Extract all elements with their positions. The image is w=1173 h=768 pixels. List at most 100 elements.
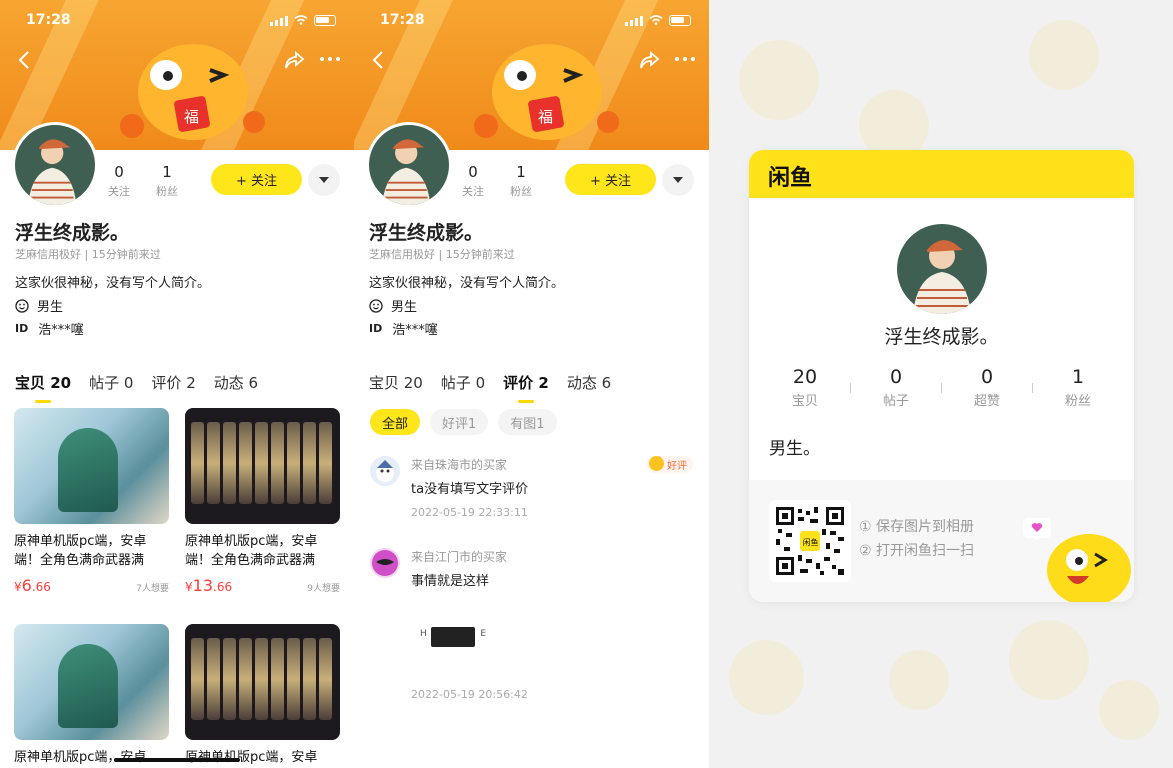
card-gender: 男生。 [769,439,820,459]
review-date: 2022-05-19 20:56:42 [411,688,528,701]
qr-logo-text: 闲鱼 [803,537,819,547]
tab-moments[interactable]: 动态 6 [214,372,258,399]
reviewer-avatar [370,456,400,486]
follow-count[interactable]: 0 关注 [462,163,484,199]
dropdown-button[interactable] [662,164,694,196]
xianyu-logo: 闲鱼 [768,166,813,191]
wifi-icon [294,15,308,25]
share-card-screen: 闲鱼 浮生终成影。 20 宝贝 0 帖子 0 超赞 1 粉丝 男生。 闲鱼 ① … [709,0,1173,768]
face-icon [369,298,383,313]
id-row: ID 浩***噻 [15,319,84,338]
want-count: 7人想要 [136,584,169,594]
home-indicator [114,758,240,762]
credit-info: 芝麻信用极好 | 15分钟前来过 [369,248,515,261]
hint-save: ① 保存图片到相册 [859,519,975,535]
avatar [897,224,987,314]
stat-likes: 0 超赞 [973,366,1000,409]
divider [1032,382,1033,393]
fish-mascot-illustration [1023,518,1131,602]
tab-reviews[interactable]: 评价 2 [503,372,549,403]
share-icon[interactable] [282,48,306,72]
fans-count[interactable]: 1 粉丝 [156,163,178,199]
username: 浮生终成影。 [369,222,484,244]
face-icon [15,298,29,313]
tab-items[interactable]: 宝贝 20 [369,372,423,399]
tab-reviews[interactable]: 评价 2 [151,372,195,399]
card-header: 闲鱼 [749,150,1134,198]
product-card[interactable]: 原神单机版pc端，安卓端！全角色满命武器满 ¥13.66 9人想要 [185,408,340,595]
back-arrow-icon[interactable] [368,48,392,72]
signal-icon [625,14,643,26]
review-text: ta没有填写文字评价 [411,482,529,497]
reviewer-location: 来自江门市的买家 [411,550,508,564]
product-card[interactable]: 原神单机版pc端，安卓 [185,624,340,768]
clock: 17:28 [380,12,425,28]
dropdown-button[interactable] [308,164,340,196]
profile-tabs: 宝贝 20 帖子 0 评价 2 动态 6 [15,372,258,403]
filter-with-image[interactable]: 有图1 [498,409,557,435]
tab-moments[interactable]: 动态 6 [567,372,611,399]
product-image [14,408,169,524]
tab-posts[interactable]: 帖子 0 [441,372,485,399]
review-image[interactable]: H E [418,602,488,672]
product-card[interactable]: 原神单机版pc端，安卓端！全角色满命武器满 ¥6.66 7人想要 [14,408,169,595]
bio: 这家伙很神秘，没有写个人简介。 [15,276,211,291]
id-row: ID 浩***噻 [369,319,438,338]
share-icon[interactable] [637,48,661,72]
gender-row: 男生 [15,296,63,315]
card-username: 浮生终成影。 [884,326,999,348]
filter-positive[interactable]: 好评1 [430,409,489,435]
profile-reviews-screen: 福 17:28 0 关注 1 粉丝 + 关注 浮生终成影。 芝麻信用极好 | 15分… [354,0,709,768]
signal-icon [270,14,288,26]
tab-posts[interactable]: 帖子 0 [89,372,133,399]
credit-info: 芝麻信用极好 | 15分钟前来过 [15,248,161,261]
status-bar: 17:28 [380,12,691,32]
divider [850,382,851,393]
wifi-icon [649,15,663,25]
svg-text:福: 福 [538,108,553,126]
more-icon[interactable] [318,54,342,64]
product-price: ¥6.66 [14,576,51,595]
review-filter-bar: 全部 好评1 有图1 [370,409,557,435]
card-footer: 闲鱼 ① 保存图片到相册 ② 打开闲鱼扫一扫 [749,480,1134,602]
stat-posts: 0 帖子 [882,366,909,409]
divider [941,382,942,393]
product-title: 原神单机版pc端，安卓端！全角色满命武器满 [185,534,318,568]
review-date: 2022-05-19 22:33:11 [411,506,528,519]
id-label: ID [15,322,29,335]
reviewer-location: 来自珠海市的买家 [411,458,508,472]
smile-icon [649,456,664,471]
id-value: 浩***噻 [392,323,438,338]
product-card[interactable]: 原神单机版pc端，安卓 [14,624,169,768]
bio: 这家伙很神秘，没有写个人简介。 [369,276,565,291]
id-label: ID [369,322,383,335]
avatar[interactable] [366,122,452,208]
fans-count[interactable]: 1 粉丝 [510,163,532,199]
caret-down-icon [319,177,329,183]
more-icon[interactable] [673,54,697,64]
username: 浮生终成影。 [15,222,130,244]
gender-row: 男生 [369,296,417,315]
battery-icon [314,14,336,26]
review-item: 来自珠海市的买家 ta没有填写文字评价 2022-05-19 22:33:11 … [370,456,693,526]
avatar[interactable] [12,122,98,208]
card-stats: 20 宝贝 0 帖子 0 超赞 1 粉丝 [749,366,1134,409]
clock: 17:28 [26,12,71,28]
reviewer-avatar [370,548,400,578]
profile-items-screen: 福 17:28 0 关注 1 粉丝 + 关注 浮生终成影。 芝麻信用极好 | 15分… [0,0,354,768]
follow-button[interactable]: + 关注 [565,164,656,195]
battery-icon [669,14,691,26]
gender-text: 男生 [391,300,418,315]
hint-scan: ② 打开闲鱼扫一扫 [859,543,975,559]
follow-count[interactable]: 0 关注 [108,163,130,199]
back-arrow-icon[interactable] [14,48,38,72]
product-price: ¥13.66 [185,576,233,595]
filter-all[interactable]: 全部 [370,409,421,435]
follow-button[interactable]: + 关注 [211,164,302,195]
svg-text:福: 福 [184,108,199,126]
id-value: 浩***噻 [38,323,84,338]
want-count: 9人想要 [307,584,340,594]
product-image [14,624,169,740]
qr-code: 闲鱼 [769,500,851,582]
tab-items[interactable]: 宝贝 20 [15,372,71,403]
